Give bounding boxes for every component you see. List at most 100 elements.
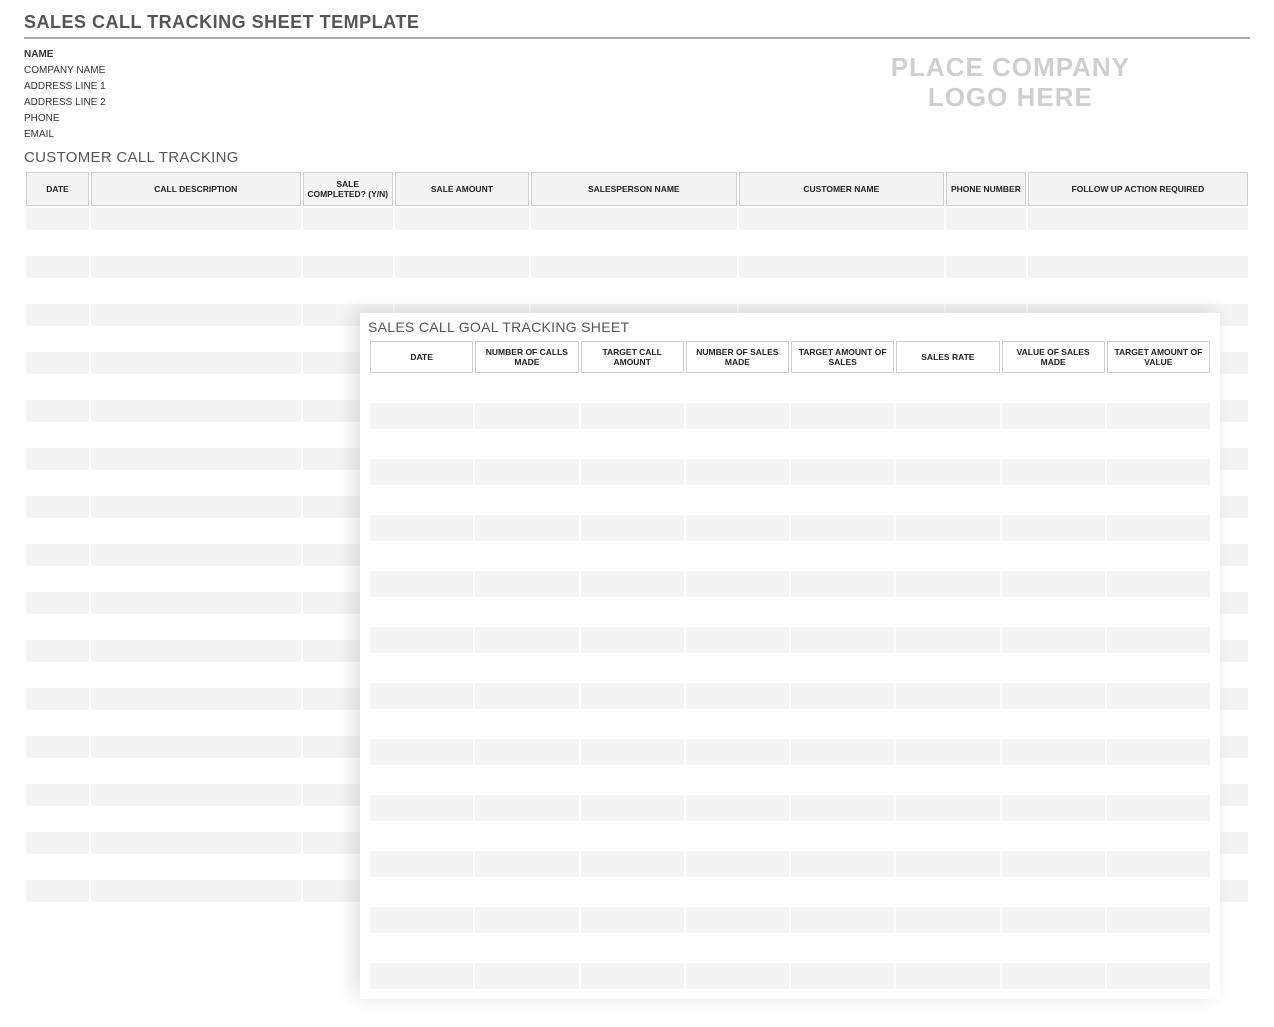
table-cell[interactable] — [686, 963, 789, 989]
table-cell[interactable] — [26, 880, 89, 902]
table-cell[interactable] — [686, 851, 789, 877]
table-cell[interactable] — [946, 256, 1026, 278]
table-cell[interactable] — [581, 683, 684, 709]
table-cell[interactable] — [26, 328, 89, 350]
table-cell[interactable] — [26, 352, 89, 374]
table-cell[interactable] — [91, 640, 301, 662]
table-cell[interactable] — [475, 823, 578, 849]
table-cell[interactable] — [1028, 232, 1248, 254]
table-cell[interactable] — [581, 459, 684, 485]
table-cell[interactable] — [1107, 823, 1210, 849]
table-cell[interactable] — [475, 627, 578, 653]
table-cell[interactable] — [531, 208, 737, 230]
table-cell[interactable] — [26, 904, 89, 926]
table-cell[interactable] — [791, 711, 894, 737]
table-cell[interactable] — [91, 808, 301, 830]
table-cell[interactable] — [91, 448, 301, 470]
table-cell[interactable] — [26, 376, 89, 398]
table-cell[interactable] — [26, 544, 89, 566]
table-cell[interactable] — [581, 655, 684, 681]
table-cell[interactable] — [686, 795, 789, 821]
table-cell[interactable] — [791, 655, 894, 681]
table-cell[interactable] — [91, 400, 301, 422]
table-cell[interactable] — [1107, 655, 1210, 681]
table-cell[interactable] — [91, 352, 301, 374]
table-cell[interactable] — [1107, 571, 1210, 597]
table-cell[interactable] — [791, 963, 894, 989]
table-cell[interactable] — [686, 599, 789, 625]
table-cell[interactable] — [946, 232, 1026, 254]
table-cell[interactable] — [1107, 627, 1210, 653]
table-cell[interactable] — [896, 487, 999, 513]
table-cell[interactable] — [91, 208, 301, 230]
table-cell[interactable] — [26, 784, 89, 806]
table-cell[interactable] — [475, 739, 578, 765]
table-cell[interactable] — [26, 520, 89, 542]
table-cell[interactable] — [1107, 487, 1210, 513]
table-cell[interactable] — [91, 568, 301, 590]
table-cell[interactable] — [1002, 963, 1105, 989]
table-cell[interactable] — [475, 711, 578, 737]
table-cell[interactable] — [475, 935, 578, 961]
table-cell[interactable] — [475, 655, 578, 681]
table-cell[interactable] — [1107, 767, 1210, 793]
table-cell[interactable] — [475, 907, 578, 933]
table-cell[interactable] — [475, 431, 578, 457]
table-cell[interactable] — [1002, 683, 1105, 709]
table-cell[interactable] — [91, 736, 301, 758]
table-cell[interactable] — [1002, 655, 1105, 681]
table-cell[interactable] — [686, 487, 789, 513]
table-cell[interactable] — [686, 375, 789, 401]
table-cell[interactable] — [686, 431, 789, 457]
table-cell[interactable] — [303, 208, 393, 230]
table-cell[interactable] — [91, 472, 301, 494]
table-cell[interactable] — [91, 832, 301, 854]
table-cell[interactable] — [896, 851, 999, 877]
table-cell[interactable] — [370, 431, 473, 457]
table-cell[interactable] — [581, 935, 684, 961]
table-cell[interactable] — [686, 767, 789, 793]
table-cell[interactable] — [581, 711, 684, 737]
table-cell[interactable] — [303, 232, 393, 254]
table-cell[interactable] — [581, 767, 684, 793]
table-cell[interactable] — [370, 655, 473, 681]
table-cell[interactable] — [370, 963, 473, 989]
table-cell[interactable] — [581, 543, 684, 569]
table-cell[interactable] — [26, 400, 89, 422]
table-cell[interactable] — [791, 907, 894, 933]
table-cell[interactable] — [475, 767, 578, 793]
table-cell[interactable] — [1002, 459, 1105, 485]
table-cell[interactable] — [1107, 879, 1210, 905]
table-cell[interactable] — [686, 683, 789, 709]
table-cell[interactable] — [370, 571, 473, 597]
table-cell[interactable] — [370, 795, 473, 821]
table-cell[interactable] — [1002, 907, 1105, 933]
table-cell[interactable] — [739, 232, 945, 254]
table-cell[interactable] — [475, 683, 578, 709]
table-cell[interactable] — [581, 599, 684, 625]
table-cell[interactable] — [1002, 599, 1105, 625]
table-cell[interactable] — [686, 879, 789, 905]
table-cell[interactable] — [91, 424, 301, 446]
table-cell[interactable] — [581, 907, 684, 933]
table-cell[interactable] — [370, 375, 473, 401]
table-cell[interactable] — [1107, 711, 1210, 737]
table-cell[interactable] — [475, 459, 578, 485]
table-cell[interactable] — [475, 571, 578, 597]
table-cell[interactable] — [1002, 851, 1105, 877]
table-cell[interactable] — [91, 856, 301, 878]
table-cell[interactable] — [581, 627, 684, 653]
table-cell[interactable] — [896, 431, 999, 457]
table-cell[interactable] — [791, 935, 894, 961]
table-cell[interactable] — [91, 304, 301, 326]
table-cell[interactable] — [91, 760, 301, 782]
table-cell[interactable] — [791, 375, 894, 401]
table-cell[interactable] — [791, 431, 894, 457]
table-cell[interactable] — [896, 711, 999, 737]
table-cell[interactable] — [686, 543, 789, 569]
table-cell[interactable] — [581, 571, 684, 597]
table-cell[interactable] — [1107, 739, 1210, 765]
table-cell[interactable] — [303, 280, 393, 302]
table-cell[interactable] — [1107, 375, 1210, 401]
table-cell[interactable] — [686, 739, 789, 765]
